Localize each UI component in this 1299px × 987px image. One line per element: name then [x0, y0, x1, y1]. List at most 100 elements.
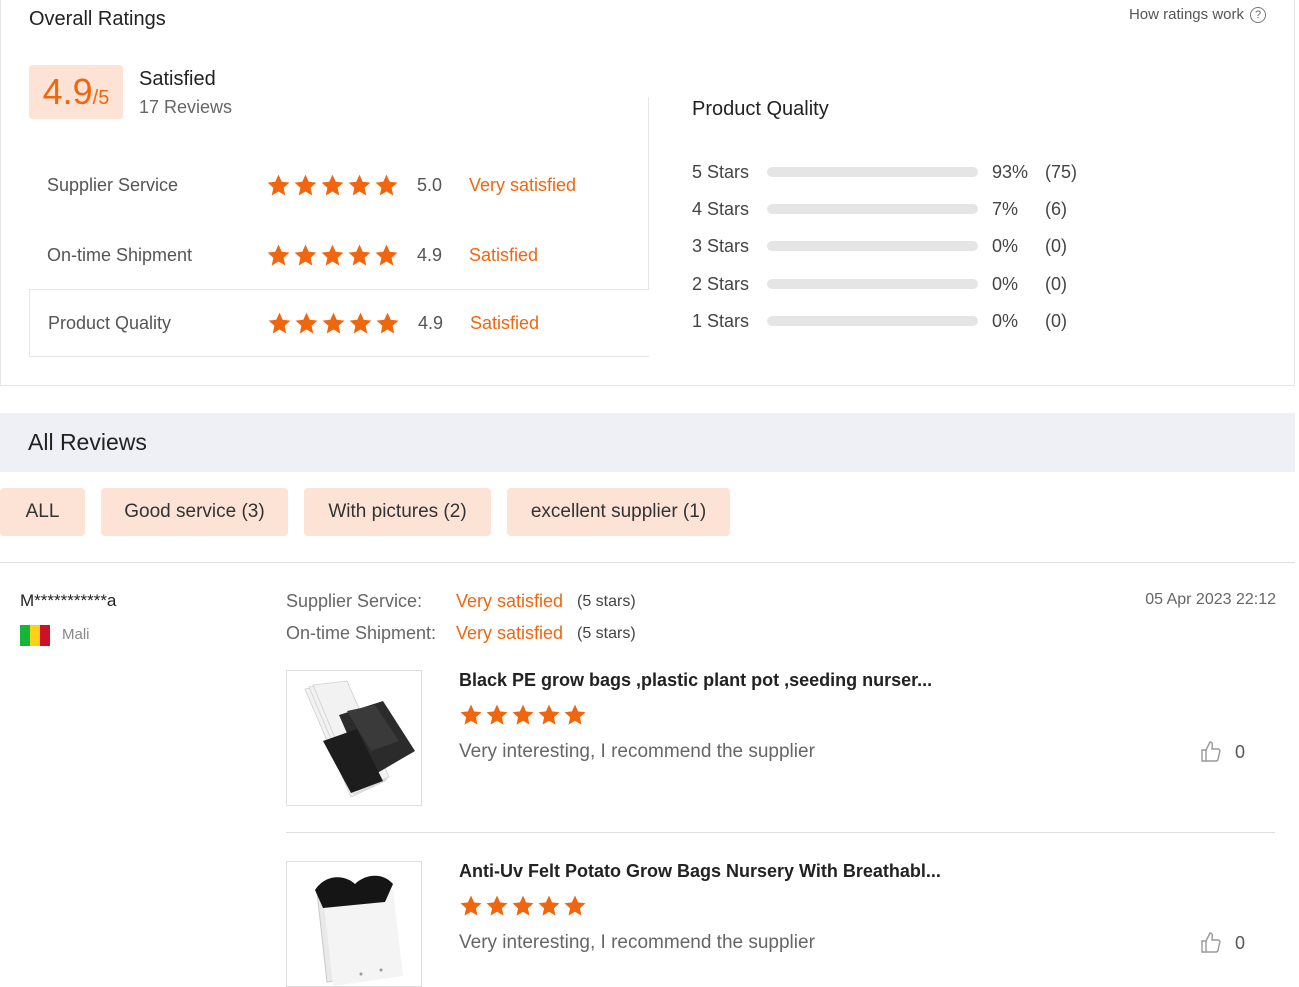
- metric-value: 4.9: [417, 244, 443, 265]
- metric-stars: [266, 243, 399, 268]
- star-icon: [267, 174, 290, 195]
- product-quality-title: Product Quality: [692, 98, 829, 120]
- star-icon: [294, 244, 317, 265]
- rating-bar-row: 3 Stars 0% (0): [692, 234, 1112, 258]
- rating-bar-row: 4 Stars 7% (6): [692, 197, 1112, 221]
- flag-stripe-yellow: [30, 625, 40, 646]
- filter-excellent-supplier-button[interactable]: excellent supplier (1): [507, 488, 730, 536]
- star-icon: [375, 174, 398, 195]
- reviews-divider: [0, 562, 1295, 563]
- bar-percent: 93%: [992, 161, 1029, 182]
- star-icon: [512, 895, 534, 916]
- shipment-stars-text: (5 stars): [577, 625, 636, 642]
- bar-track: [767, 241, 978, 251]
- supplier-service-value: Very satisfied: [456, 591, 564, 611]
- bar-percent: 0%: [992, 273, 1019, 294]
- bar-percent: 0%: [992, 235, 1019, 256]
- reviews-count: 17 Reviews: [139, 97, 233, 117]
- bar-percent: 7%: [992, 198, 1019, 219]
- metric-label: Product Quality: [48, 312, 172, 333]
- bar-label: 2 Stars: [692, 273, 750, 294]
- supplier-service-label: Supplier Service:: [286, 591, 423, 611]
- bar-percent: 0%: [992, 310, 1019, 331]
- star-icon: [322, 312, 345, 333]
- how-ratings-work-label: How ratings work: [1128, 6, 1244, 23]
- product-divider: [286, 832, 1275, 833]
- filter-all-button[interactable]: ALL: [0, 488, 85, 536]
- star-icon: [321, 244, 344, 265]
- reviewer-country: Mali: [62, 626, 90, 643]
- review-comment: Very interesting, I recommend the suppli…: [459, 741, 815, 762]
- overall-ratings-title: Overall Ratings: [29, 8, 166, 30]
- metric-stars: [267, 311, 400, 336]
- shipment-value: Very satisfied: [456, 623, 564, 643]
- overall-score: 4.9: [42, 71, 93, 112]
- star-icon: [348, 244, 371, 265]
- star-icon: [486, 895, 508, 916]
- question-circle-icon: ?: [1250, 6, 1266, 23]
- bar-track: [767, 204, 978, 214]
- star-icon: [564, 895, 586, 916]
- star-icon: [375, 244, 398, 265]
- flag-stripe-green: [20, 625, 30, 646]
- metric-stars: [266, 173, 399, 198]
- star-icon: [460, 704, 482, 725]
- metric-text: Very satisfied: [469, 174, 577, 195]
- rating-bar-row: 1 Stars 0% (0): [692, 309, 1112, 333]
- bar-count: (0): [1045, 273, 1067, 294]
- overall-score-badge: 4.9 /5: [29, 65, 123, 119]
- black-grow-bags-picture: [304, 680, 415, 798]
- flag-stripe-red: [40, 625, 50, 646]
- metric-value: 5.0: [417, 174, 443, 195]
- metric-text: Satisfied: [469, 244, 539, 265]
- filter-with-pictures-button[interactable]: With pictures (2): [304, 488, 491, 536]
- metric-row-product-quality[interactable]: Product Quality 4.9 Satisfied: [29, 289, 649, 357]
- star-icon: [512, 704, 534, 725]
- bar-label: 5 Stars: [692, 161, 750, 182]
- bar-track: [767, 279, 978, 289]
- star-icon: [294, 174, 317, 195]
- star-icon: [538, 704, 560, 725]
- overall-score-suffix: /5: [92, 87, 110, 109]
- star-icon: [268, 312, 291, 333]
- product-image-felt-grow-bag[interactable]: [286, 861, 422, 987]
- star-icon: [486, 704, 508, 725]
- overall-ratings-card: Overall Ratings How ratings work ? 4.9 /…: [0, 0, 1295, 386]
- product-title[interactable]: Black PE grow bags ,plastic plant pot ,s…: [459, 670, 932, 691]
- star-icon: [538, 895, 560, 916]
- bar-count: (6): [1045, 198, 1067, 219]
- shipment-label: On-time Shipment:: [286, 623, 437, 643]
- reviewer-name: M***********a: [20, 591, 117, 610]
- bar-track: [767, 167, 978, 177]
- like-button[interactable]: 0: [1199, 740, 1245, 764]
- product-title[interactable]: Anti-Uv Felt Potato Grow Bags Nursery Wi…: [459, 861, 941, 882]
- metric-label: Supplier Service: [47, 174, 179, 195]
- supplier-service-stars-text: (5 stars): [577, 593, 636, 610]
- star-icon: [376, 312, 399, 333]
- bar-count: (0): [1045, 235, 1067, 256]
- all-reviews-header: All Reviews: [0, 413, 1295, 472]
- review-date: 05 Apr 2023 22:12: [1145, 591, 1276, 608]
- like-count: 0: [1235, 932, 1246, 953]
- product-stars: [459, 894, 587, 918]
- white-grow-bag-picture: [315, 875, 403, 986]
- bar-label: 4 Stars: [692, 198, 750, 219]
- star-icon: [564, 704, 586, 725]
- review-comment: Very interesting, I recommend the suppli…: [459, 932, 815, 953]
- bar-count: (0): [1045, 310, 1067, 331]
- bar-label: 1 Stars: [692, 310, 750, 331]
- rating-bar-row: 2 Stars 0% (0): [692, 272, 1112, 296]
- like-count: 0: [1235, 741, 1246, 762]
- metric-row-supplier-service[interactable]: Supplier Service 5.0 Very satisfied: [29, 151, 649, 219]
- product-image-black-grow-bags[interactable]: [286, 670, 422, 806]
- metric-value: 4.9: [418, 312, 444, 333]
- how-ratings-work-link[interactable]: How ratings work ?: [1129, 6, 1266, 23]
- overall-satisfaction: Satisfied: [139, 68, 216, 90]
- bar-label: 3 Stars: [692, 235, 750, 256]
- filter-good-service-button[interactable]: Good service (3): [101, 488, 288, 536]
- metric-row-on-time-shipment[interactable]: On-time Shipment 4.9 Satisfied: [29, 221, 649, 289]
- like-button[interactable]: 0: [1199, 931, 1245, 955]
- star-icon: [349, 312, 372, 333]
- star-icon: [348, 174, 371, 195]
- star-icon: [267, 244, 290, 265]
